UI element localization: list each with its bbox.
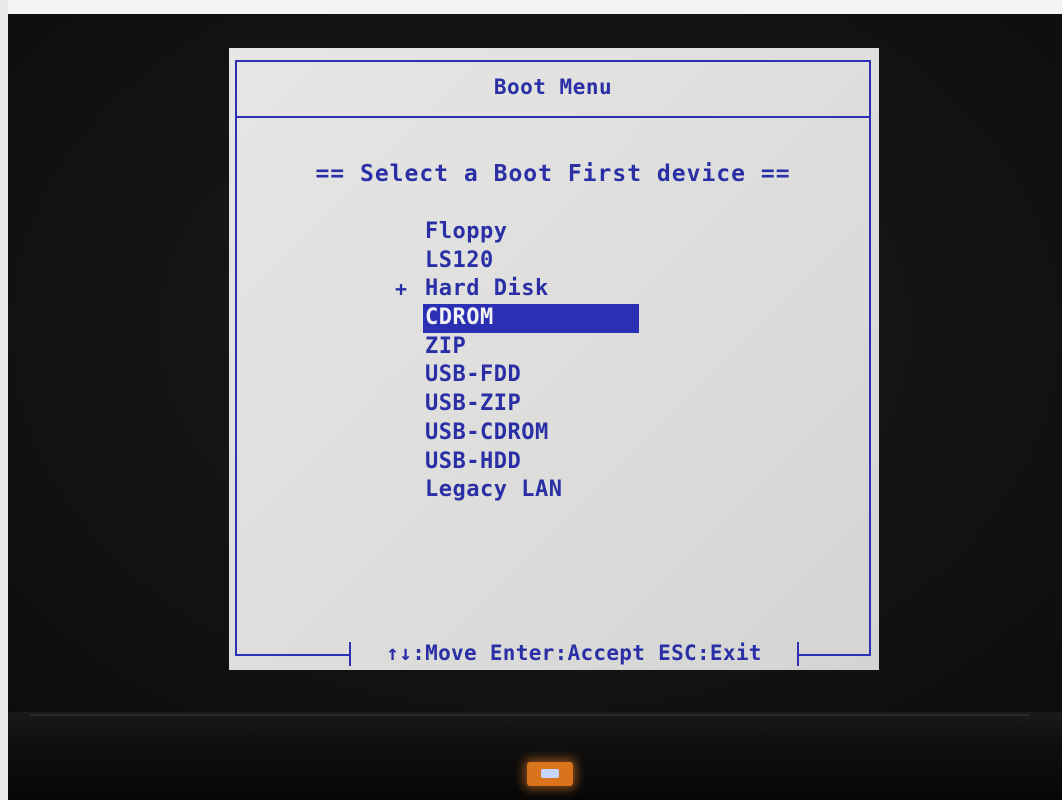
boot-device-item[interactable]: LS120	[423, 247, 639, 276]
boot-device-list: Floppy LS120 + Hard Disk CDROM ZIP USB-F…	[395, 218, 639, 505]
title-separator	[235, 116, 871, 118]
help-esc-key: ESC	[658, 641, 697, 665]
photo-top-edge	[0, 0, 1062, 14]
device-label: Legacy LAN	[425, 477, 563, 503]
device-label: Floppy	[425, 219, 508, 244]
device-label: ZIP	[425, 333, 467, 359]
device-label: CDROM	[425, 305, 494, 331]
boot-device-item[interactable]: Floppy	[423, 218, 639, 247]
device-label: USB-CDROM	[425, 419, 549, 445]
boot-device-item[interactable]: USB-ZIP	[423, 390, 639, 419]
boot-device-item[interactable]: USB-HDD	[423, 448, 639, 477]
arrow-keys-icon: ↑↓	[386, 641, 413, 665]
power-led-core	[541, 769, 559, 778]
help-accept: :Accept	[554, 641, 646, 665]
help-exit: :Exit	[696, 641, 762, 665]
help-move: :Move	[412, 641, 477, 665]
menu-title: Boot Menu	[493, 75, 613, 99]
device-label: LS120	[425, 247, 494, 273]
expand-marker: +	[395, 277, 408, 302]
boot-device-item[interactable]: USB-FDD	[423, 361, 639, 390]
device-label: Hard Disk	[425, 276, 549, 302]
device-label: USB-ZIP	[425, 391, 522, 417]
device-label: USB-HDD	[425, 448, 522, 474]
device-label: USB-FDD	[425, 362, 522, 388]
help-bar: ↑↓:Move Enter:Accept ESC:Exit	[351, 641, 797, 665]
bezel-edge	[30, 714, 1030, 716]
frame-bottom-right-border	[799, 654, 871, 656]
menu-subtitle: == Select a Boot First device ==	[315, 161, 791, 187]
frame-right-border	[869, 118, 871, 656]
boot-device-item[interactable]: + Hard Disk	[395, 275, 639, 304]
frame-bottom-left-border	[235, 654, 351, 656]
monitor-bezel	[8, 712, 1062, 800]
photo-scene: Boot Menu == Select a Boot First device …	[0, 0, 1062, 800]
boot-device-item[interactable]: Legacy LAN	[423, 476, 639, 505]
boot-menu-panel: Boot Menu == Select a Boot First device …	[229, 48, 879, 670]
boot-device-item-selected[interactable]: CDROM	[423, 304, 639, 333]
boot-device-item[interactable]: USB-CDROM	[423, 419, 639, 448]
help-enter-key: Enter	[489, 641, 555, 665]
photo-left-edge	[0, 0, 8, 800]
frame-left-border	[235, 118, 237, 656]
boot-device-item[interactable]: ZIP	[423, 333, 639, 362]
help-right-tick	[797, 642, 799, 666]
